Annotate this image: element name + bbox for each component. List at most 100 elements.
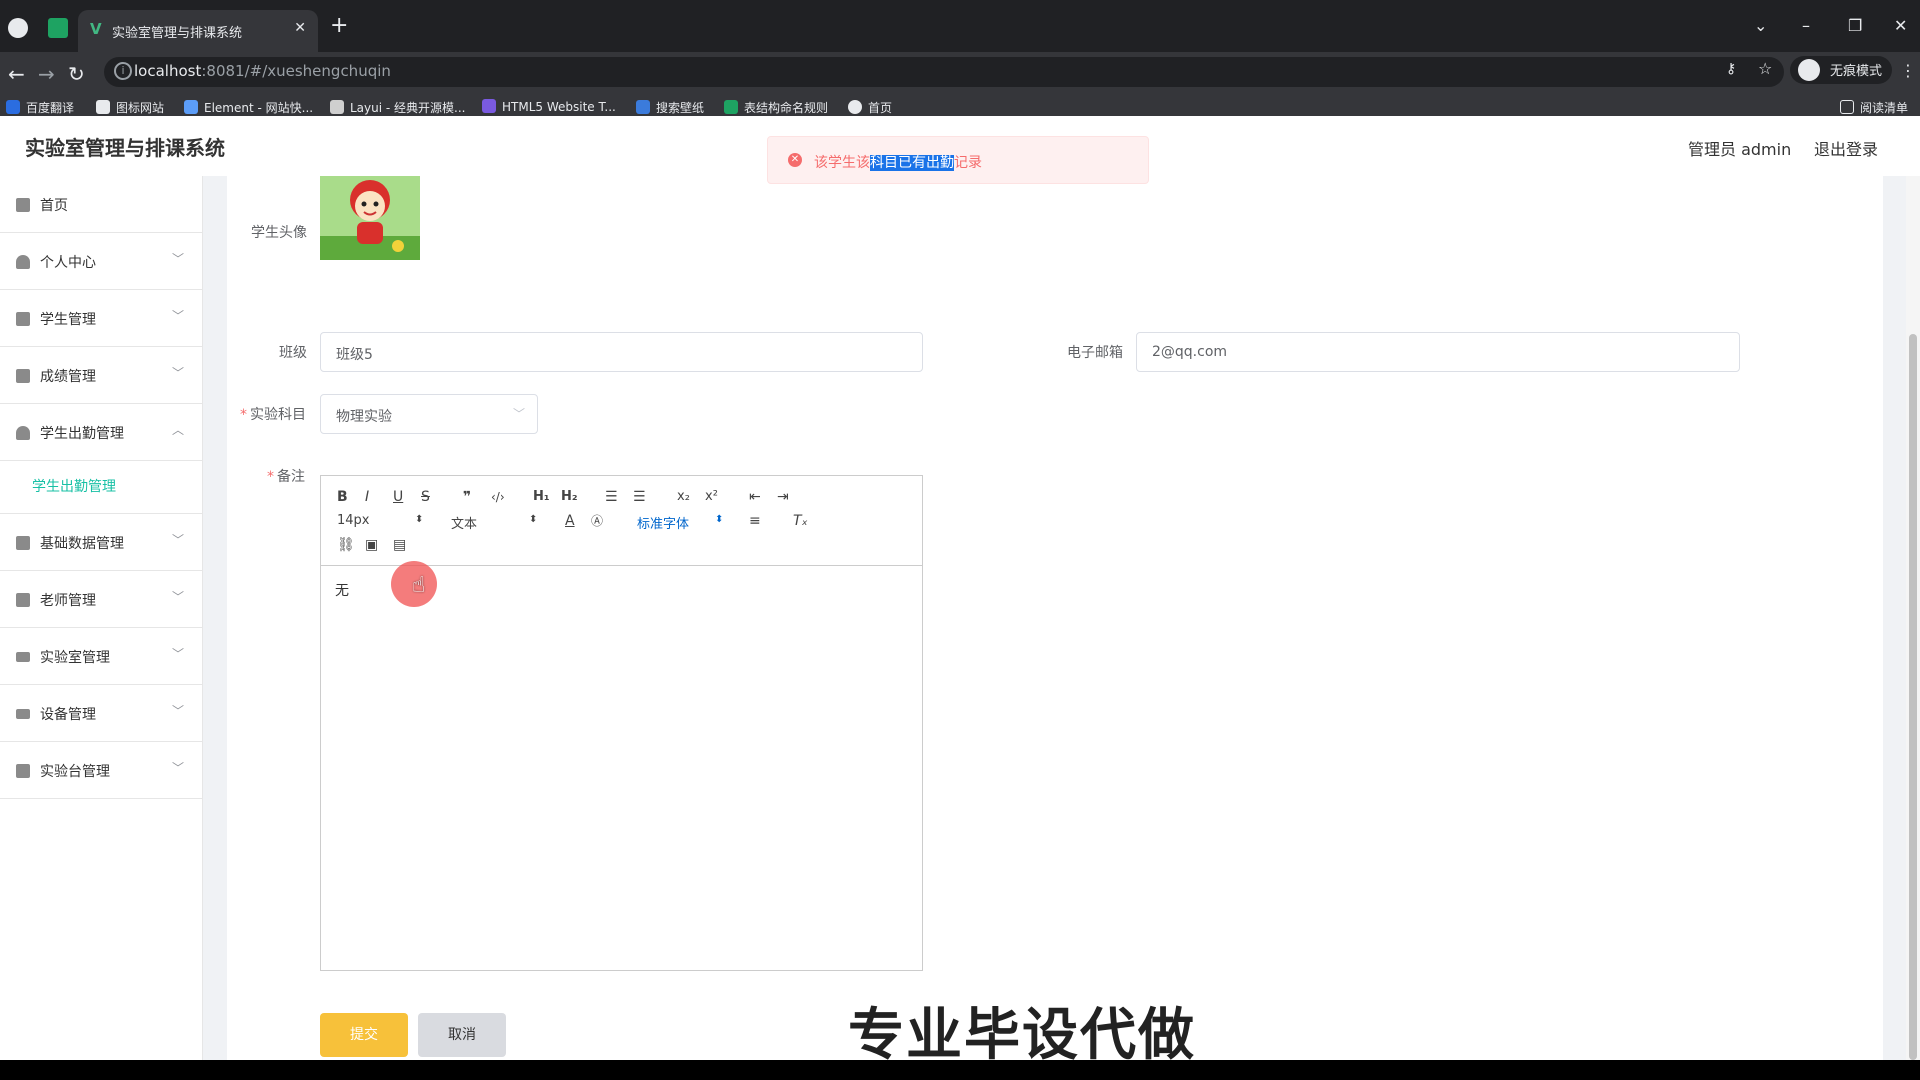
bookmark-label: 百度翻译 bbox=[26, 101, 75, 115]
sidebar-item-devices[interactable]: 设备管理 ﹀ bbox=[0, 685, 202, 742]
sidebar-item-attendance[interactable]: 学生出勤管理 ︿ bbox=[0, 404, 202, 461]
bookmark-item[interactable]: 首页 bbox=[848, 99, 892, 116]
sidebar-item-teachers[interactable]: 老师管理 ﹀ bbox=[0, 571, 202, 628]
sidebar-item-profile[interactable]: 个人中心 ﹀ bbox=[0, 233, 202, 290]
restore-button[interactable]: ❐ bbox=[1848, 16, 1862, 35]
bookmark-item[interactable]: Layui - 经典开源模... bbox=[330, 99, 465, 116]
minimize-button[interactable]: – bbox=[1802, 16, 1810, 35]
pinned-tab-icon[interactable] bbox=[48, 18, 68, 38]
tab-close-icon[interactable]: ✕ bbox=[294, 20, 306, 36]
chevron-up-icon: ︿ bbox=[172, 423, 185, 437]
browser-tab-active[interactable]: V 实验室管理与排课系统 ✕ bbox=[78, 10, 318, 52]
indent-icon[interactable]: ⇥ bbox=[777, 489, 789, 505]
editor-content[interactable]: 无 bbox=[335, 580, 349, 600]
bookmark-item[interactable]: 百度翻译 bbox=[6, 99, 74, 116]
submit-button[interactable]: 提交 bbox=[320, 1013, 408, 1057]
image-icon[interactable]: ▣ bbox=[365, 537, 378, 553]
student-avatar-image[interactable] bbox=[320, 176, 420, 260]
forward-icon[interactable]: → bbox=[38, 62, 55, 86]
text-color-icon[interactable]: A bbox=[565, 513, 575, 529]
outdent-icon[interactable]: ⇤ bbox=[749, 489, 761, 505]
remark-label-text: 备注 bbox=[277, 469, 305, 485]
sidebar-item-labs[interactable]: 实验室管理 ﹀ bbox=[0, 628, 202, 685]
bookmark-item[interactable]: 搜索壁纸 bbox=[636, 99, 704, 116]
sidebar-item-lab-benches[interactable]: 实验台管理 ﹀ bbox=[0, 742, 202, 799]
bookmark-label: HTML5 Website T... bbox=[502, 100, 616, 114]
font-size-select[interactable]: 14px bbox=[337, 513, 370, 528]
sidebar-item-label: 个人中心 bbox=[40, 255, 96, 271]
link-icon[interactable]: ⛓ bbox=[337, 537, 355, 553]
bookmark-favicon-icon bbox=[330, 100, 344, 114]
bookmark-item[interactable]: Element - 网站快... bbox=[184, 99, 313, 116]
sidebar-item-home[interactable]: 首页 bbox=[0, 176, 202, 233]
error-toast: ✕ 该学生该科目已有出勤记录 bbox=[767, 136, 1149, 184]
user-icon bbox=[16, 255, 30, 269]
bookmark-item[interactable]: 表结构命名规则 bbox=[724, 99, 828, 116]
strikethrough-icon[interactable]: S bbox=[421, 489, 430, 505]
back-icon[interactable]: ← bbox=[8, 62, 25, 86]
sidebar-subitem-attendance[interactable]: 学生出勤管理 bbox=[0, 461, 202, 514]
sidebar-item-grades[interactable]: 成绩管理 ﹀ bbox=[0, 347, 202, 404]
address-bar[interactable]: i localhost:8081/#/xueshengchuqin bbox=[104, 57, 1784, 87]
subscript-icon[interactable]: x₂ bbox=[677, 489, 690, 505]
reload-icon[interactable]: ↻ bbox=[68, 62, 85, 86]
class-input[interactable]: 班级5 bbox=[320, 332, 923, 372]
blockquote-icon[interactable]: ❞ bbox=[463, 489, 471, 505]
student-icon bbox=[16, 312, 30, 326]
site-info-icon[interactable]: i bbox=[114, 62, 132, 80]
logout-link[interactable]: 退出登录 bbox=[1814, 136, 1878, 160]
tab-search-icon[interactable]: ⌄ bbox=[1754, 16, 1767, 35]
chevron-down-icon: ﹀ bbox=[512, 407, 525, 421]
italic-icon[interactable]: I bbox=[365, 489, 369, 505]
superscript-icon[interactable]: x² bbox=[705, 489, 718, 505]
password-key-icon[interactable]: ⚷ bbox=[1726, 61, 1736, 77]
clear-format-icon[interactable]: Tₓ bbox=[793, 513, 808, 529]
background-color-icon[interactable]: Ⓐ bbox=[591, 513, 603, 529]
page-scrollbar[interactable] bbox=[1906, 176, 1920, 1060]
bookmark-star-icon[interactable]: ☆ bbox=[1758, 59, 1772, 78]
sidebar-item-label: 基础数据管理 bbox=[40, 536, 124, 552]
scrollbar-thumb[interactable] bbox=[1909, 334, 1917, 1060]
chevron-down-icon: ﹀ bbox=[172, 252, 185, 266]
sidebar-item-students[interactable]: 学生管理 ﹀ bbox=[0, 290, 202, 347]
font-family-select[interactable]: 标准字体 bbox=[637, 513, 689, 532]
cartoon-avatar-icon bbox=[320, 176, 420, 260]
bookmark-item[interactable]: HTML5 Website T... bbox=[482, 99, 616, 114]
monitor-icon bbox=[16, 764, 30, 778]
cancel-button[interactable]: 取消 bbox=[418, 1013, 506, 1057]
close-window-button[interactable]: ✕ bbox=[1894, 16, 1907, 35]
video-icon[interactable]: ▤ bbox=[393, 537, 406, 553]
sliders-icon bbox=[16, 709, 30, 719]
bookmark-favicon-icon bbox=[636, 100, 650, 114]
sidebar-item-base-data[interactable]: 基础数据管理 ﹀ bbox=[0, 514, 202, 571]
bullet-list-icon[interactable]: ☰ bbox=[633, 489, 646, 505]
app-title: 实验室管理与排课系统 bbox=[25, 136, 225, 160]
rich-text-editor: B I U S ❞ ‹/› H₁ H₂ ☰ ☰ x₂ x² ⇤ ⇥ 14px ⬍… bbox=[320, 475, 923, 971]
email-value: 2@qq.com bbox=[1152, 344, 1228, 360]
code-block-icon[interactable]: ‹/› bbox=[491, 489, 505, 505]
font-size-value: 14px bbox=[337, 513, 370, 528]
bookmark-item[interactable]: 图标网站 bbox=[96, 99, 164, 116]
align-icon[interactable]: ≡ bbox=[749, 513, 761, 529]
chevron-down-icon: ﹀ bbox=[172, 366, 185, 380]
browser-menu-icon[interactable]: ⋮ bbox=[1900, 61, 1916, 80]
reading-list[interactable]: 阅读清单 bbox=[1840, 99, 1908, 116]
chevron-down-icon: ﹀ bbox=[172, 761, 185, 775]
email-input[interactable]: 2@qq.com bbox=[1136, 332, 1740, 372]
bold-icon[interactable]: B bbox=[337, 489, 348, 505]
bookmark-favicon-icon bbox=[848, 100, 862, 114]
new-tab-button[interactable]: + bbox=[330, 15, 348, 37]
bookmark-favicon-icon bbox=[96, 100, 110, 114]
underline-icon[interactable]: U bbox=[393, 489, 403, 505]
subject-select[interactable]: 物理实验 ﹀ bbox=[320, 394, 538, 434]
browser-globe-icon[interactable] bbox=[8, 18, 28, 38]
avatar-label: 学生头像 bbox=[251, 225, 307, 241]
heading1-icon[interactable]: H₁ bbox=[533, 489, 550, 505]
url-text[interactable]: localhost:8081/#/xueshengchuqin bbox=[134, 62, 391, 80]
bookmark-label: 首页 bbox=[868, 101, 893, 115]
bookmark-favicon-icon bbox=[482, 99, 496, 113]
ordered-list-icon[interactable]: ☰ bbox=[605, 489, 618, 505]
incognito-badge[interactable]: 无痕模式 bbox=[1790, 56, 1893, 84]
heading2-icon[interactable]: H₂ bbox=[561, 489, 578, 505]
format-select[interactable]: 文本 bbox=[451, 513, 477, 532]
